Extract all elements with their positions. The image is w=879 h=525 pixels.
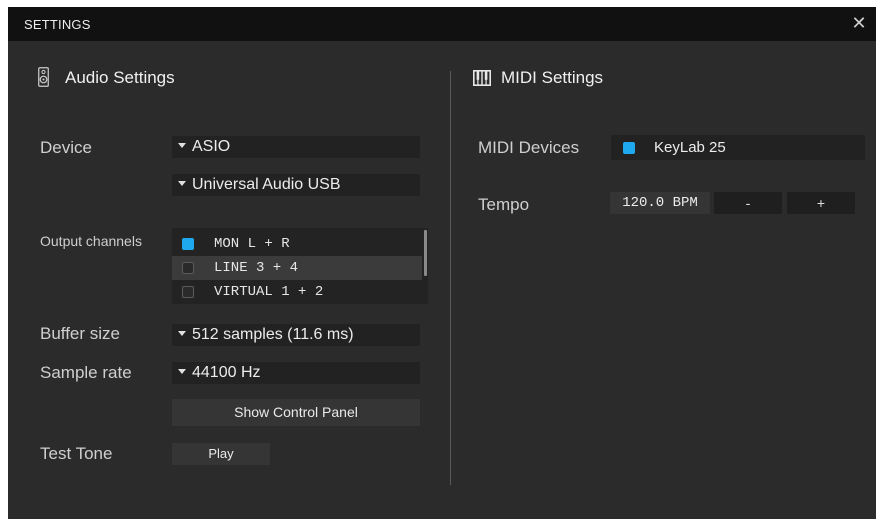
- caret-down-icon: [178, 331, 186, 337]
- sample-rate-value: 44100 Hz: [192, 364, 261, 381]
- device-value: ASIO: [192, 138, 231, 155]
- checkbox-icon[interactable]: [182, 262, 194, 274]
- audio-settings-title: Audio Settings: [65, 68, 175, 87]
- window-title: SETTINGS: [24, 17, 91, 32]
- midi-device-name: KeyLab 25: [654, 139, 726, 156]
- show-control-panel-button[interactable]: Show Control Panel: [172, 399, 420, 426]
- list-item[interactable]: VIRTUAL 1 + 2: [172, 280, 422, 304]
- audio-interface-value: Universal Audio USB: [192, 176, 341, 193]
- output-channels-label: Output channels: [40, 233, 142, 249]
- channel-label: MON L + R: [214, 236, 290, 252]
- audio-interface-dropdown[interactable]: Universal Audio USB: [172, 174, 420, 196]
- buffer-size-dropdown[interactable]: 512 samples (11.6 ms): [172, 324, 420, 346]
- list-item[interactable]: MON L + R: [172, 232, 422, 256]
- tempo-increment-button[interactable]: +: [787, 192, 855, 214]
- channel-label: LINE 3 + 4: [214, 260, 299, 276]
- channels-scrollbar[interactable]: [424, 230, 427, 276]
- channel-label: VIRTUAL 1 + 2: [214, 284, 324, 300]
- midi-settings-title: MIDI Settings: [501, 68, 604, 87]
- buffer-size-value: 512 samples (11.6 ms): [192, 326, 354, 343]
- tempo-decrement-button[interactable]: -: [714, 192, 782, 214]
- piano-keys-icon: [473, 70, 491, 86]
- play-button[interactable]: Play: [172, 443, 270, 465]
- tempo-label: Tempo: [478, 195, 530, 214]
- speaker-icon: [38, 67, 49, 87]
- section-divider: [450, 71, 451, 485]
- midi-device-item[interactable]: KeyLab 25: [611, 135, 865, 160]
- checkbox-icon[interactable]: [182, 286, 194, 298]
- checkbox-icon[interactable]: [182, 238, 194, 250]
- caret-down-icon: [178, 143, 186, 149]
- sample-rate-label: Sample rate: [40, 363, 132, 382]
- test-tone-label: Test Tone: [40, 444, 113, 463]
- output-channels-list: MON L + R LINE 3 + 4 VIRTUAL 1 + 2: [172, 228, 428, 304]
- list-item[interactable]: LINE 3 + 4: [172, 256, 422, 280]
- buffer-size-label: Buffer size: [40, 324, 121, 343]
- checkbox-icon[interactable]: [623, 142, 635, 154]
- device-label: Device: [40, 138, 92, 157]
- caret-down-icon: [178, 181, 186, 187]
- midi-devices-label: MIDI Devices: [478, 138, 580, 157]
- title-bar: SETTINGS ✕: [8, 7, 876, 41]
- sample-rate-dropdown[interactable]: 44100 Hz: [172, 362, 420, 384]
- tempo-field[interactable]: 120.0 BPM: [610, 192, 710, 214]
- caret-down-icon: [178, 369, 186, 375]
- close-icon[interactable]: ✕: [848, 12, 870, 34]
- settings-window: SETTINGS ✕ Audio Settings MIDI Settings …: [8, 7, 876, 519]
- device-dropdown[interactable]: ASIO: [172, 136, 420, 158]
